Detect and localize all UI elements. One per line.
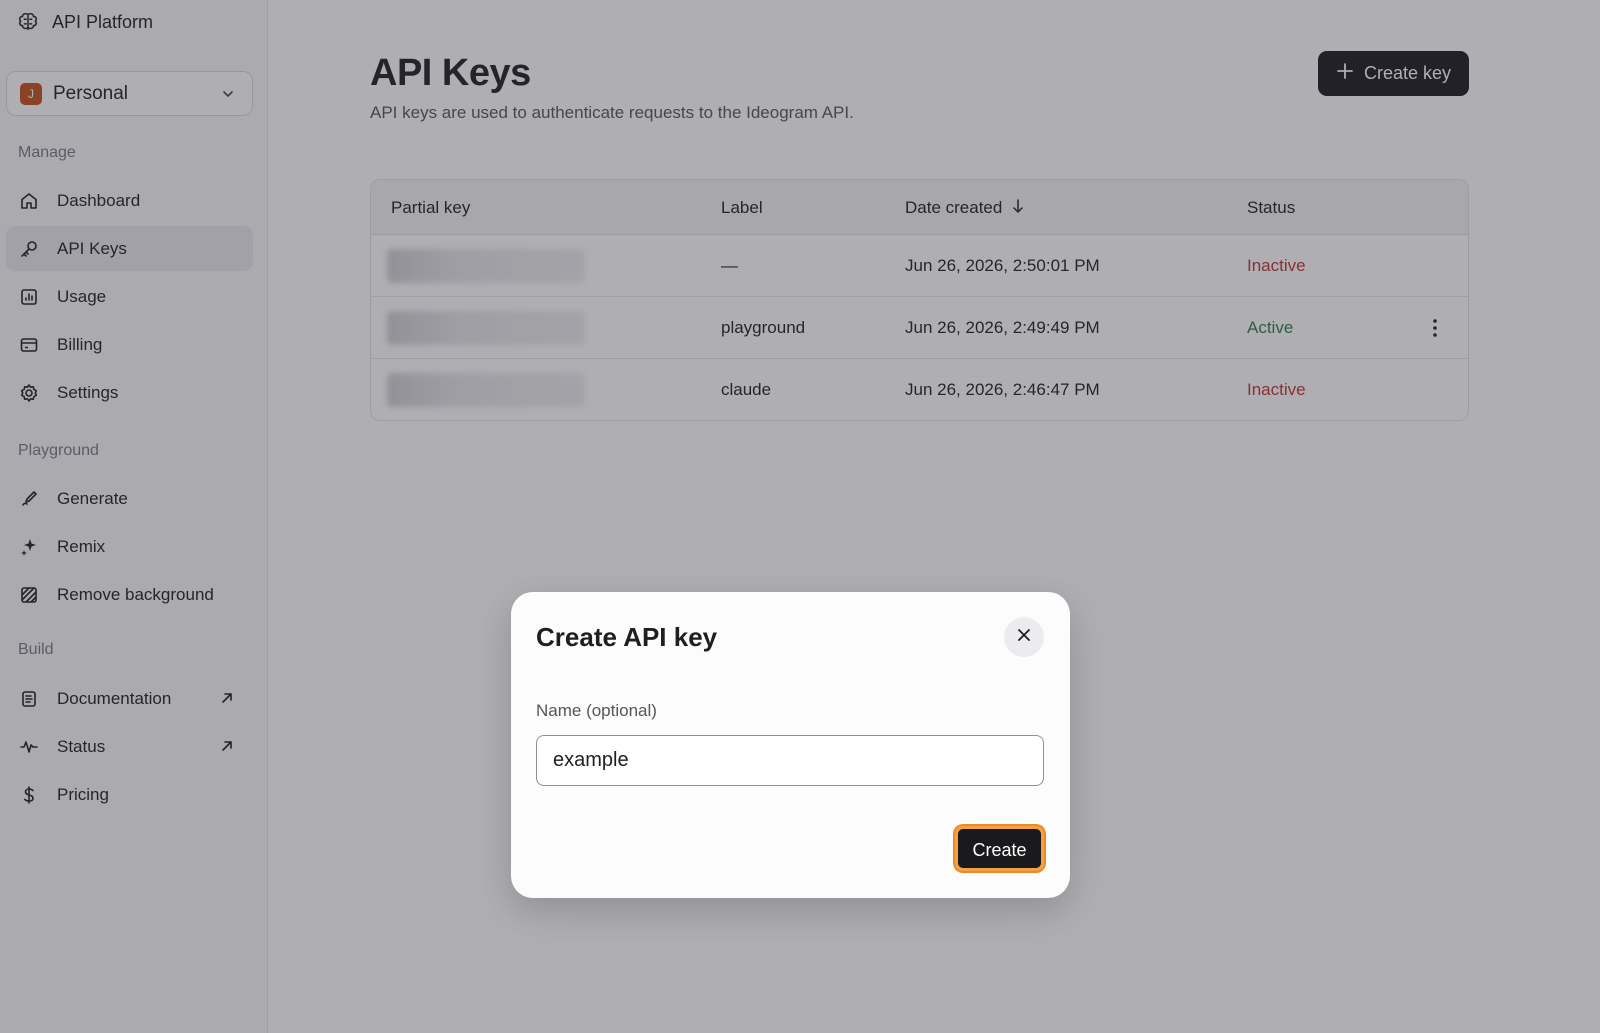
name-input[interactable] bbox=[536, 735, 1044, 786]
close-button[interactable] bbox=[1004, 617, 1044, 657]
dialog-title: Create API key bbox=[536, 622, 718, 652]
create-button[interactable]: Create bbox=[955, 826, 1044, 871]
create-api-key-dialog: Create API key Name (optional) Create bbox=[511, 592, 1070, 898]
close-icon bbox=[1017, 628, 1031, 647]
name-field-label: Name (optional) bbox=[536, 701, 657, 720]
